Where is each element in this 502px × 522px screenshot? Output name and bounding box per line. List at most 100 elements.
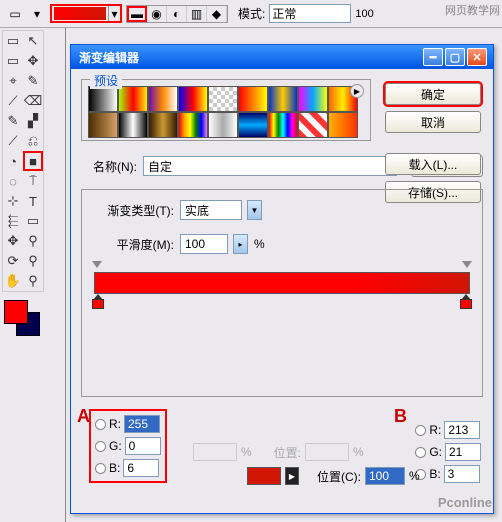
preset-12[interactable] <box>178 112 208 138</box>
presets-menu-icon[interactable]: ▶ <box>350 84 364 98</box>
tool-5-0[interactable]: ⟋ <box>3 131 23 151</box>
preset-17[interactable] <box>328 112 358 138</box>
input-g-a[interactable]: 0 <box>125 437 161 455</box>
tool-10-0[interactable]: ✥ <box>3 231 23 251</box>
tool-2-0[interactable]: ⌖ <box>3 71 23 91</box>
preset-11[interactable] <box>148 112 178 138</box>
gradient-settings-group: 渐变类型(T): 实底 ▼ 平滑度(M): 100 ▸ % <box>81 189 483 397</box>
close-button[interactable]: ✕ <box>467 48 487 66</box>
ok-button[interactable]: 确定 <box>385 83 481 105</box>
smoothness-label: 平滑度(M): <box>90 236 174 253</box>
watermark-top: 网页教学网 <box>445 2 500 18</box>
reflected-gradient-button[interactable]: ▥ <box>187 6 207 22</box>
preset-10[interactable] <box>118 112 148 138</box>
preset-15[interactable] <box>268 112 298 138</box>
tool-11-1[interactable]: ⚲ <box>23 251 43 271</box>
preset-0[interactable] <box>88 86 118 112</box>
rgb-group-a: R:255 G:0 B:6 <box>89 409 167 483</box>
tool-10-1[interactable]: ⚲ <box>23 231 43 251</box>
tool-2-1[interactable]: ✎ <box>23 71 43 91</box>
radio-b-a[interactable] <box>95 463 106 474</box>
gradient-type-buttons: ▬ ◉ ◐ ▥ ◆ <box>126 5 228 23</box>
preset-4[interactable] <box>208 86 238 112</box>
color-picker-arrow-icon[interactable]: ▶ <box>285 467 299 485</box>
color-stop-left[interactable] <box>92 294 104 308</box>
gradient-swatch[interactable]: ▾ <box>50 4 122 23</box>
dropdown-caret-icon[interactable]: ▾ <box>28 5 46 23</box>
tool-0-0[interactable]: ▭ <box>3 31 23 51</box>
tool-8-0[interactable]: ⊹ <box>3 191 23 211</box>
tool-1-0[interactable]: ▭ <box>3 51 23 71</box>
label-r-b: R: <box>429 423 441 437</box>
opacity-stop-left[interactable] <box>92 261 102 271</box>
linear-gradient-button[interactable]: ▬ <box>127 6 147 22</box>
preset-5[interactable] <box>238 86 268 112</box>
tool-7-1[interactable]: ⍑ <box>23 171 43 191</box>
color-swatches <box>0 298 65 342</box>
preset-9[interactable] <box>88 112 118 138</box>
load-button[interactable]: 载入(L)... <box>385 153 481 175</box>
gradient-dropdown-icon[interactable]: ▾ <box>108 6 120 21</box>
gradient-type-select[interactable]: 实底 <box>180 200 242 220</box>
gradient-editor-dialog: 渐变编辑器 ━ ▢ ✕ 预设 ▶ 确定 取消 载入(L)... 存储(S)...… <box>70 44 494 514</box>
tool-8-1[interactable]: T <box>23 191 43 211</box>
tool-7-0[interactable]: ◌ <box>3 171 23 191</box>
preset-2[interactable] <box>148 86 178 112</box>
input-b-b[interactable]: 3 <box>444 465 480 483</box>
tool-6-1[interactable]: ■ <box>23 151 43 171</box>
tool-0-1[interactable]: ↖ <box>23 31 43 51</box>
tool-6-0[interactable]: ◔ <box>3 151 23 171</box>
preset-14[interactable] <box>238 112 268 138</box>
radio-g-a[interactable] <box>95 441 106 452</box>
preset-13[interactable] <box>208 112 238 138</box>
maximize-button[interactable]: ▢ <box>445 48 465 66</box>
preset-3[interactable] <box>178 86 208 112</box>
gradient-type-label: 渐变类型(T): <box>90 202 174 219</box>
disabled-position-row: % 位置: % <box>193 443 364 461</box>
color-chip[interactable] <box>247 467 281 485</box>
smoothness-arrow-icon[interactable]: ▸ <box>233 234 248 254</box>
preset-7[interactable] <box>298 86 328 112</box>
radial-gradient-button[interactable]: ◉ <box>147 6 167 22</box>
tool-11-0[interactable]: ⟳ <box>3 251 23 271</box>
gradient-bar[interactable] <box>94 272 470 294</box>
radio-r-b[interactable] <box>415 425 426 436</box>
tool-12-0[interactable]: ✋ <box>3 271 23 291</box>
input-r-b[interactable]: 213 <box>444 421 480 439</box>
angle-gradient-button[interactable]: ◐ <box>167 6 187 22</box>
diamond-gradient-button[interactable]: ◆ <box>207 6 227 22</box>
opacity-stop-right[interactable] <box>462 261 472 271</box>
tool-1-1[interactable]: ✥ <box>23 51 43 71</box>
tool-4-1[interactable]: ▞ <box>23 111 43 131</box>
tool-5-1[interactable]: ⎌ <box>23 131 43 151</box>
preset-1[interactable] <box>118 86 148 112</box>
preset-grid <box>88 86 364 138</box>
input-r-a[interactable]: 255 <box>124 415 160 433</box>
blend-mode-select[interactable]: 正常 <box>269 4 351 23</box>
dropdown-arrow-icon[interactable]: ▼ <box>247 200 262 220</box>
preset-6[interactable] <box>268 86 298 112</box>
tool-12-1[interactable]: ⚲ <box>23 271 43 291</box>
tools-panel: ▭↖▭✥⌖✎⟋⌫✎▞⟋⎌◔■◌⍑⊹T⬱▭✥⚲⟳⚲✋⚲ <box>0 28 66 522</box>
input-g-b[interactable]: 21 <box>445 443 481 461</box>
tool-4-0[interactable]: ✎ <box>3 111 23 131</box>
input-b-a[interactable]: 6 <box>123 459 159 477</box>
tool-9-1[interactable]: ▭ <box>23 211 43 231</box>
titlebar[interactable]: 渐变编辑器 ━ ▢ ✕ <box>71 45 493 69</box>
preset-16[interactable] <box>298 112 328 138</box>
foreground-color[interactable] <box>4 300 28 324</box>
cancel-button[interactable]: 取消 <box>385 111 481 133</box>
radio-g-b[interactable] <box>415 447 426 458</box>
label-r: R: <box>109 417 121 431</box>
label-g: G: <box>109 439 122 453</box>
position-input[interactable]: 100 <box>365 467 405 485</box>
tool-3-1[interactable]: ⌫ <box>23 91 43 111</box>
tool-9-0[interactable]: ⬱ <box>3 211 23 231</box>
color-stop-right[interactable] <box>460 294 472 308</box>
smoothness-input[interactable]: 100 <box>180 234 228 254</box>
radio-r-a[interactable] <box>95 419 106 430</box>
label-g-b: G: <box>429 445 442 459</box>
minimize-button[interactable]: ━ <box>423 48 443 66</box>
tool-3-0[interactable]: ⟋ <box>3 91 23 111</box>
name-input[interactable] <box>143 156 397 176</box>
